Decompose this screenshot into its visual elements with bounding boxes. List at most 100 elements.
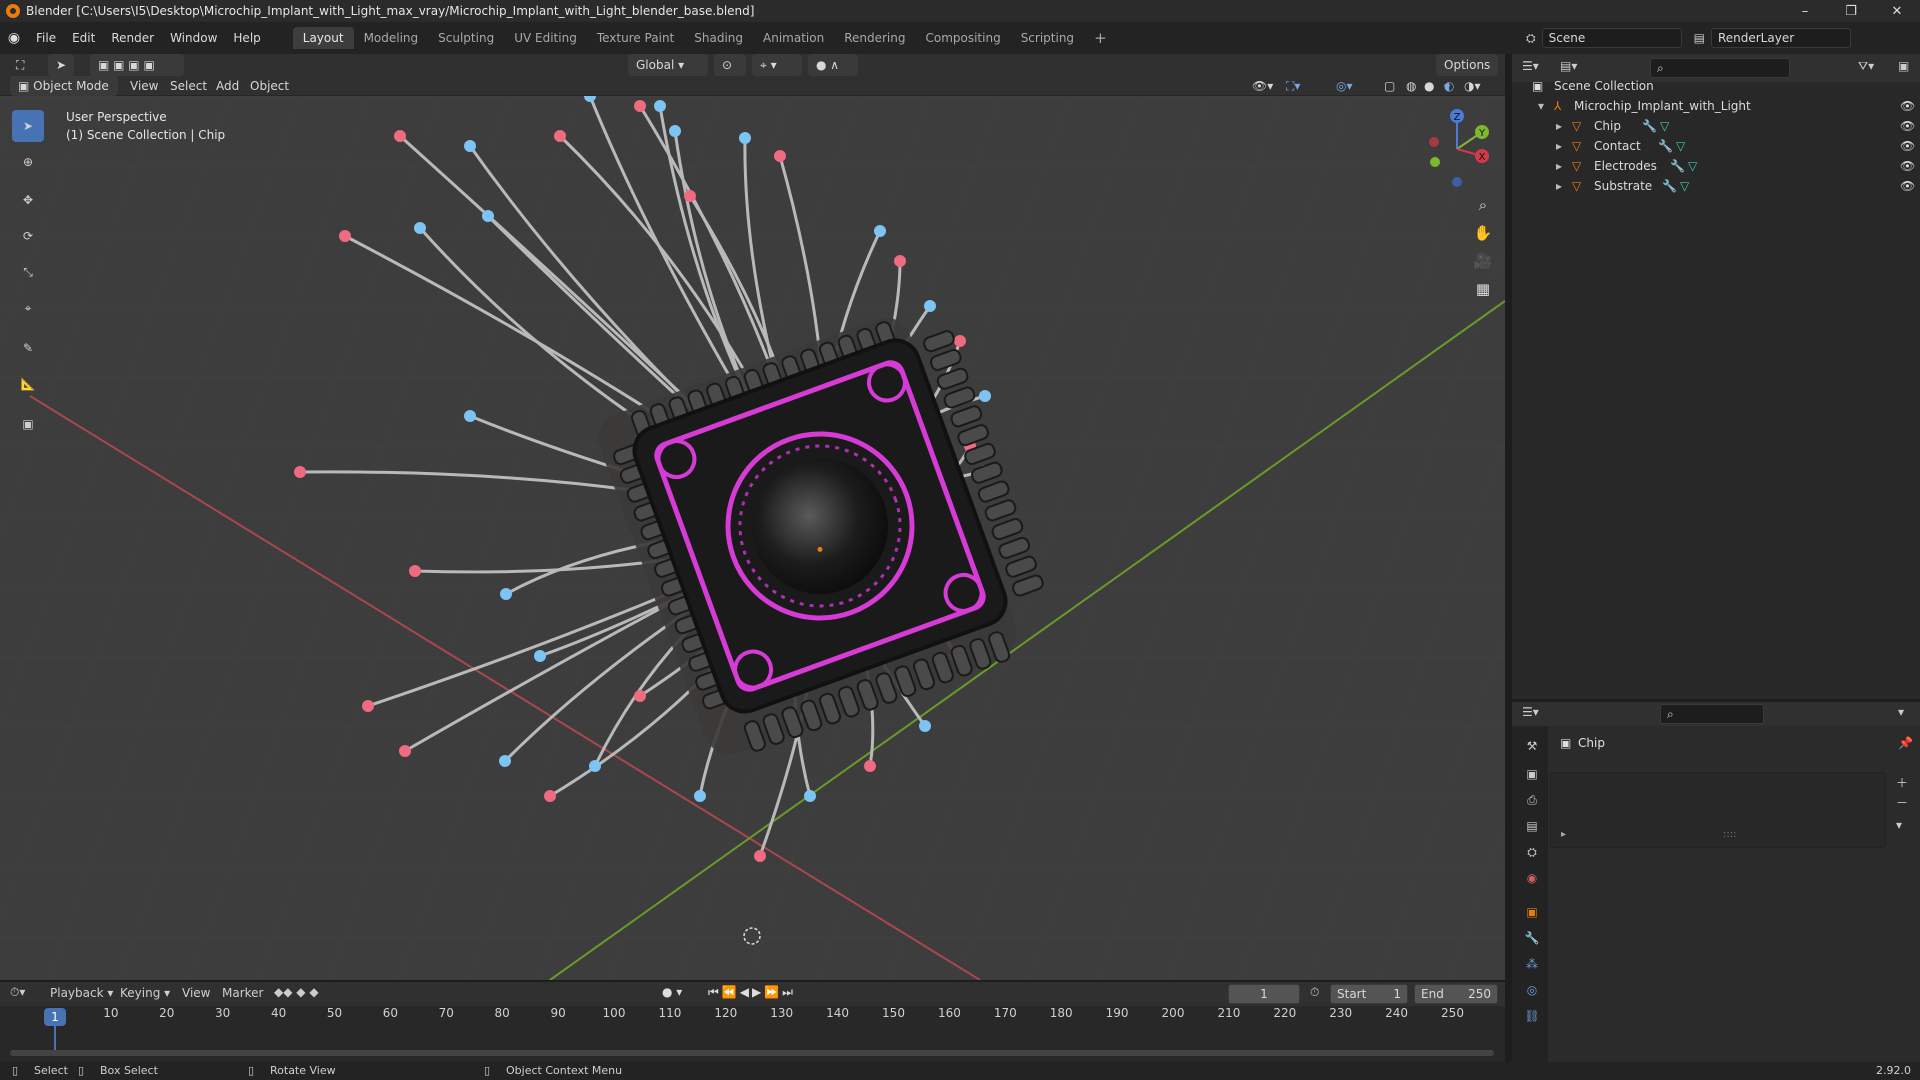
tree-row-chip[interactable]: ▸ ▽ Chip 🔧 ▽ 👁	[1512, 116, 1920, 136]
menu-object[interactable]: Object	[250, 75, 289, 97]
chevron-down-icon[interactable]: ▾	[1538, 96, 1544, 116]
mesh-data-icon[interactable]: ▽	[1676, 136, 1685, 156]
tree-row-collection[interactable]: ▾ ⅄ Microchip_Implant_with_Light 👁	[1512, 96, 1920, 116]
transform-tool[interactable]: ⌖	[12, 292, 44, 324]
scene-field[interactable]: Scene	[1541, 28, 1682, 48]
mode-dropdown[interactable]: ▣ Object Mode ▾	[10, 76, 118, 113]
menu-window[interactable]: Window	[162, 28, 225, 48]
outliner-search-input[interactable]: ⌕	[1650, 58, 1790, 78]
scale-tool[interactable]: ⤡	[12, 256, 44, 288]
new-collection-icon[interactable]: ▣	[1898, 59, 1909, 73]
material-slot-list[interactable]: ▸ ::::	[1550, 772, 1886, 848]
chevron-right-icon[interactable]: ▸	[1556, 156, 1562, 176]
chevron-right-icon[interactable]: ▸	[1556, 136, 1562, 156]
chevron-down-icon[interactable]: ▾	[1898, 705, 1904, 719]
menu-render[interactable]: Render	[103, 28, 162, 48]
filter-icon[interactable]: ⛛▾	[1858, 59, 1874, 74]
tab-rendering[interactable]: Rendering	[834, 27, 915, 49]
blender-menu-icon[interactable]: ◉	[0, 30, 28, 46]
tool-tab-icon[interactable]: ⚒	[1520, 734, 1544, 758]
shading-solid-icon[interactable]: ●	[1424, 75, 1434, 97]
add-workspace-button[interactable]: +	[1084, 27, 1117, 49]
add-slot-button[interactable]: ＋	[1896, 774, 1908, 791]
tab-compositing[interactable]: Compositing	[915, 27, 1010, 49]
render-tab-icon[interactable]: ▣	[1520, 762, 1544, 786]
properties-editor-icon[interactable]: ☰▾	[1522, 705, 1539, 719]
select-mode-buttons[interactable]: ▣ ▣ ▣ ▣	[90, 54, 184, 76]
pin-icon[interactable]: 📌	[1898, 736, 1913, 750]
scene-icon[interactable]: ⛭	[1526, 31, 1536, 46]
scene-tab-icon[interactable]: ⛭	[1520, 840, 1544, 864]
mesh-data-icon[interactable]: ▽	[1660, 116, 1669, 136]
menu-select[interactable]: Select	[170, 75, 207, 97]
proportional-edit[interactable]: ● ∧	[808, 54, 858, 76]
wrench-icon[interactable]: 🔧	[1662, 176, 1677, 196]
menu-add[interactable]: Add	[216, 75, 239, 97]
view-layer-field[interactable]: RenderLayer	[1710, 28, 1851, 48]
maximize-button[interactable]: ❐	[1828, 0, 1874, 22]
3d-viewport[interactable]: Z Y X ⌕ ✋ 🎥 ▦	[0, 96, 1505, 980]
tree-row-scene-collection[interactable]: ▣ Scene Collection	[1512, 76, 1920, 96]
chevron-right-icon[interactable]: ▸	[1556, 116, 1562, 136]
rotate-tool[interactable]: ⟳	[12, 220, 44, 252]
shading-wireframe-icon[interactable]: ◍	[1406, 75, 1416, 97]
shading-rendered-icon[interactable]: ◑▾	[1464, 75, 1481, 97]
editor-type-button[interactable]: ⛶	[8, 54, 38, 76]
eye-icon[interactable]: 👁	[1900, 156, 1915, 176]
tree-row-substrate[interactable]: ▸ ▽ Substrate 🔧 ▽ 👁	[1512, 176, 1920, 196]
zoom-icon[interactable]: ⌕	[1468, 196, 1498, 224]
tab-uv-editing[interactable]: UV Editing	[504, 27, 587, 49]
xray-toggle-icon[interactable]: ▢	[1384, 75, 1395, 97]
navigation-gizmo[interactable]: Z Y X	[1412, 104, 1502, 194]
tab-modeling[interactable]: Modeling	[354, 27, 429, 49]
properties-search-input[interactable]: ⌕	[1660, 704, 1764, 724]
eye-icon[interactable]: 👁	[1900, 96, 1915, 116]
pivot-dropdown[interactable]: ⊙	[714, 54, 746, 76]
move-tool[interactable]: ✥	[12, 184, 44, 216]
tab-animation[interactable]: Animation	[753, 27, 834, 49]
outliner-editor-icon[interactable]: ☰▾	[1522, 59, 1539, 73]
tab-shading[interactable]: Shading	[684, 27, 753, 49]
slot-specials-dropdown[interactable]: ▾	[1896, 818, 1902, 832]
annotate-tool[interactable]: ✎	[12, 332, 44, 364]
view-layer-icon[interactable]: ▤	[1694, 31, 1705, 45]
pan-hand-icon[interactable]: ✋	[1468, 224, 1498, 252]
tab-scripting[interactable]: Scripting	[1011, 27, 1084, 49]
shading-material-icon[interactable]: ◐	[1444, 75, 1454, 97]
select-tool-button[interactable]: ➤	[48, 54, 74, 76]
snap-toggle[interactable]: ⌖ ▾	[752, 54, 802, 76]
minimize-button[interactable]: –	[1782, 0, 1828, 22]
eye-icon[interactable]: 👁	[1900, 136, 1915, 156]
particles-tab-icon[interactable]: ⁂	[1520, 952, 1544, 976]
chevron-right-icon[interactable]: ▸	[1556, 176, 1562, 196]
display-mode-icon[interactable]: ▤▾	[1560, 59, 1577, 73]
timeline-scrollbar[interactable]	[10, 1050, 1494, 1056]
menu-edit[interactable]: Edit	[64, 28, 103, 48]
add-cube-tool[interactable]: ▣	[12, 408, 44, 440]
gizmo-toggle-icon[interactable]: ⛶▾	[1286, 75, 1300, 97]
scene-canvas[interactable]	[0, 96, 1505, 980]
visibility-icon[interactable]: 👁▾	[1252, 75, 1273, 97]
wrench-icon[interactable]: 🔧	[1658, 136, 1673, 156]
constraints-tab-icon[interactable]: ⛓	[1520, 1004, 1544, 1028]
modifier-tab-icon[interactable]: 🔧	[1520, 926, 1544, 950]
options-dropdown[interactable]: Options ▾	[1436, 54, 1498, 94]
output-tab-icon[interactable]: ⎙	[1520, 788, 1544, 812]
timeline-ruler[interactable]: 1 10 20 30 40 50 60 70 80 90 100 110 120 130 140 150 16…	[0, 1006, 1505, 1062]
transform-orientation-dropdown[interactable]: Global ▾	[628, 54, 708, 76]
ortho-toggle-icon[interactable]: ▦	[1468, 280, 1498, 308]
menu-file[interactable]: File	[28, 28, 64, 48]
select-box-tool[interactable]: ➤	[12, 110, 44, 142]
tab-layout[interactable]: Layout	[292, 27, 354, 49]
tree-row-electrodes[interactable]: ▸ ▽ Electrodes 🔧 ▽ 👁	[1512, 156, 1920, 176]
remove-slot-button[interactable]: －	[1896, 794, 1908, 811]
menu-help[interactable]: Help	[225, 28, 268, 48]
tab-texture-paint[interactable]: Texture Paint	[587, 27, 684, 49]
camera-view-icon[interactable]: 🎥	[1468, 252, 1498, 280]
overlay-toggle-icon[interactable]: ◎▾	[1336, 75, 1353, 97]
physics-tab-icon[interactable]: ◎	[1520, 978, 1544, 1002]
close-button[interactable]: ✕	[1874, 0, 1920, 22]
wrench-icon[interactable]: 🔧	[1670, 156, 1685, 176]
eye-icon[interactable]: 👁	[1900, 176, 1915, 196]
measure-tool[interactable]: 📐	[12, 368, 44, 400]
